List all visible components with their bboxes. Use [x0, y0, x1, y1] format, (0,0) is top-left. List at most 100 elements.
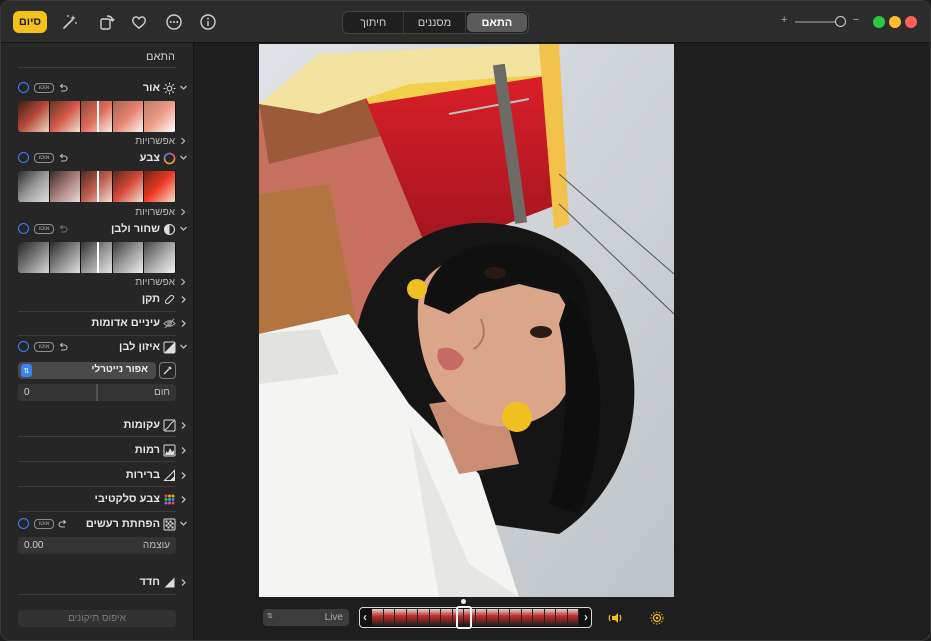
- bw-thumbnail-strip[interactable]: [18, 242, 176, 273]
- half-circle-icon: [163, 223, 176, 236]
- section-definition[interactable]: ברירות: [16, 468, 188, 484]
- noise-amount-slider[interactable]: עוצמה 0.00: [18, 537, 176, 554]
- undo-icon[interactable]: [58, 342, 68, 352]
- live-mode-select[interactable]: ⇅ Live: [263, 609, 349, 626]
- section-selective-color[interactable]: צבע סלקטיבי: [16, 492, 188, 508]
- eyedropper-icon: [163, 366, 172, 375]
- levels-icon: [163, 444, 176, 457]
- magic-wand-icon[interactable]: [59, 11, 81, 33]
- tab-filters[interactable]: מסננים: [403, 12, 466, 33]
- chevron-down-icon[interactable]: [179, 342, 188, 351]
- toggle-color-circle[interactable]: [18, 152, 29, 163]
- more-icon[interactable]: [163, 11, 185, 33]
- toggle-bw-circle[interactable]: [18, 223, 29, 234]
- portrait-photo: [259, 44, 674, 597]
- options-label: אפשרויות: [135, 207, 175, 218]
- color-options[interactable]: אפשרויות: [135, 207, 186, 218]
- chevron-down-icon[interactable]: [179, 224, 188, 233]
- chevron-right-icon: [181, 278, 186, 286]
- bw-options[interactable]: אפשרויות: [135, 277, 186, 288]
- trim-start-handle[interactable]: ‹: [361, 610, 369, 624]
- divider: [18, 461, 176, 462]
- section-light[interactable]: אוטו אור: [16, 81, 188, 97]
- chevron-right-icon[interactable]: [179, 421, 188, 430]
- curves-icon: [163, 419, 176, 432]
- tab-adjust[interactable]: התאם: [466, 13, 527, 32]
- warmth-handle[interactable]: [96, 384, 98, 401]
- section-sharpen[interactable]: חדד: [16, 575, 188, 591]
- speaker-icon[interactable]: [607, 610, 623, 626]
- selective-color-icon: [164, 494, 175, 505]
- auto-button[interactable]: אוטו: [34, 153, 54, 163]
- options-label: אפשרויות: [135, 136, 175, 147]
- zoom-minus-label: −: [852, 14, 859, 26]
- undo-icon[interactable]: [58, 153, 68, 163]
- zoom-thumb[interactable]: [835, 16, 846, 27]
- heart-icon[interactable]: [128, 11, 150, 33]
- live-frame-scrubber[interactable]: ‹ ›: [359, 607, 592, 628]
- chevron-right-icon[interactable]: [179, 319, 188, 328]
- white-balance-mode-select[interactable]: ⇅ אפור נייטרלי: [18, 362, 156, 379]
- auto-button[interactable]: אוטו: [34, 519, 54, 529]
- chevron-right-icon[interactable]: [179, 578, 188, 587]
- rotate-icon[interactable]: [96, 11, 118, 33]
- bw-slider-handle[interactable]: [97, 242, 99, 273]
- done-button[interactable]: סיום: [13, 11, 47, 33]
- section-label: אור: [142, 82, 160, 94]
- chevron-down-icon[interactable]: [179, 519, 188, 528]
- warmth-slider[interactable]: חום 0: [18, 384, 176, 401]
- toggle-light-circle[interactable]: [18, 82, 29, 93]
- undo-icon[interactable]: [58, 83, 68, 93]
- section-black-white[interactable]: אוטו שחור ולבן: [16, 222, 188, 238]
- chevron-down-icon[interactable]: [179, 153, 188, 162]
- undo-icon[interactable]: [58, 224, 68, 234]
- warmth-value[interactable]: 0: [24, 387, 30, 398]
- section-curves[interactable]: עקומות: [16, 418, 188, 434]
- redo-icon[interactable]: [58, 519, 68, 529]
- divider: [18, 335, 176, 336]
- toolbar: סיום חיתוך מסננים התאם + −: [1, 1, 930, 43]
- color-slider-handle[interactable]: [97, 171, 99, 202]
- section-white-balance[interactable]: אוטו איזון לבן: [16, 340, 188, 356]
- section-retouch[interactable]: תקן: [16, 292, 188, 308]
- photo-canvas[interactable]: [259, 44, 674, 597]
- divider: [18, 511, 176, 512]
- eyedropper-button[interactable]: [159, 362, 176, 379]
- eye-icon: [163, 318, 176, 329]
- definition-icon: [163, 469, 175, 481]
- section-levels[interactable]: רמות: [16, 443, 188, 459]
- chevron-right-icon[interactable]: [179, 471, 188, 480]
- reset-adjustments-button[interactable]: איפוס תיקונים: [18, 610, 176, 627]
- key-photo-frame-handle[interactable]: [456, 606, 472, 629]
- tab-crop[interactable]: חיתוך: [343, 12, 403, 33]
- auto-button[interactable]: אוטו: [34, 83, 54, 93]
- color-thumbnail-strip[interactable]: [18, 171, 176, 202]
- edit-mode-segmented-control: חיתוך מסננים התאם: [342, 11, 529, 34]
- info-icon[interactable]: [197, 11, 219, 33]
- close-window-button[interactable]: [905, 16, 917, 28]
- chevron-right-icon[interactable]: [179, 495, 188, 504]
- chevron-down-icon[interactable]: [179, 83, 188, 92]
- section-red-eye[interactable]: עיניים אדומות: [16, 316, 188, 332]
- minimize-window-button[interactable]: [889, 16, 901, 28]
- section-label: חדד: [139, 576, 160, 588]
- light-thumbnail-strip[interactable]: [18, 101, 176, 132]
- toggle-wb-circle[interactable]: [18, 341, 29, 352]
- zoom-window-button[interactable]: [873, 16, 885, 28]
- auto-button[interactable]: אוטו: [34, 224, 54, 234]
- noise-amount-value[interactable]: 0.00: [24, 540, 43, 551]
- chevron-right-icon[interactable]: [179, 446, 188, 455]
- light-options[interactable]: אפשרויות: [135, 136, 186, 147]
- section-noise-reduction[interactable]: אוטו הפחתת רעשים: [16, 517, 188, 533]
- section-color[interactable]: אוטו צבע: [16, 151, 188, 167]
- trim-end-handle[interactable]: ›: [582, 610, 590, 624]
- live-photo-icon[interactable]: [649, 610, 665, 626]
- auto-button[interactable]: אוטו: [34, 342, 54, 352]
- frame-thumbnails: [372, 609, 579, 626]
- light-slider-handle[interactable]: [97, 101, 99, 132]
- divider: [18, 311, 176, 312]
- toggle-noise-circle[interactable]: [18, 518, 29, 529]
- chevron-right-icon[interactable]: [179, 295, 188, 304]
- section-label: רמות: [134, 444, 160, 456]
- zoom-slider[interactable]: + −: [781, 14, 859, 29]
